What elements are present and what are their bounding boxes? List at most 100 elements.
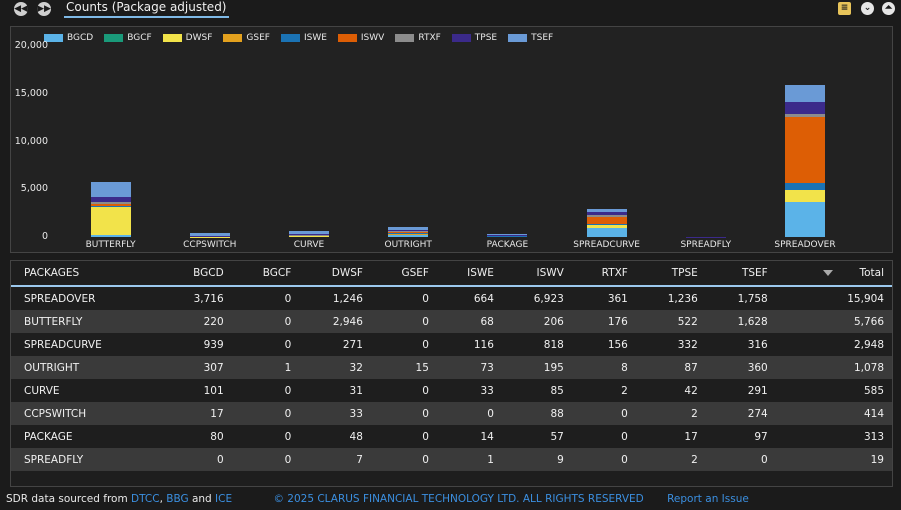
table-row[interactable]: CURVE 101 0 31 0 33 85 2 42 291 585: [11, 379, 892, 402]
bar-package-iswe[interactable]: [487, 235, 528, 237]
legend-swatch: [508, 34, 528, 42]
bar-butterfly-bgcd[interactable]: [90, 234, 131, 237]
bar-outright-gsef[interactable]: [388, 233, 429, 235]
legend-item-bgcf[interactable]: BGCF: [104, 32, 152, 44]
column-header-tsef[interactable]: TSEF: [705, 261, 776, 287]
bar-spreadover-iswe[interactable]: [785, 183, 825, 190]
bar-package-tsef[interactable]: [487, 234, 528, 235]
table-cell: 33: [480, 384, 494, 397]
bar-outright-iswe[interactable]: [388, 232, 429, 234]
table-cell: 2: [635, 402, 706, 425]
bar-ccpswitch-tsef[interactable]: [189, 233, 230, 236]
column-header-iswv[interactable]: ISWV: [501, 261, 572, 287]
bar-ccpswitch-tpse[interactable]: [189, 235, 230, 237]
legend-item-rtxf[interactable]: RTXF: [395, 32, 441, 44]
table-cell: 360: [705, 356, 776, 379]
bar-spreadcurve-rtxf[interactable]: [586, 215, 627, 217]
row-package-name: OUTRIGHT: [11, 356, 161, 379]
bar-butterfly-rtxf[interactable]: [90, 202, 131, 205]
table-cell: 87: [635, 356, 706, 379]
bar-butterfly-iswe[interactable]: [90, 206, 131, 207]
table-cell: 8: [571, 356, 636, 379]
source-text: SDR data sourced from: [6, 493, 132, 505]
report-issue-link[interactable]: Report an Issue: [667, 493, 749, 505]
bar-spreadover-iswv[interactable]: [785, 117, 825, 184]
bar-outright-tsef[interactable]: [388, 226, 429, 231]
table-row[interactable]: BUTTERFLY 220 0 2,946 0 68 206 176 522 1,628 5,766: [11, 310, 892, 333]
legend-item-iswe[interactable]: ISWE: [280, 32, 327, 44]
legend-swatch: [451, 34, 471, 42]
row-package-name: SPREADCURVE: [24, 338, 102, 351]
table-cell: 0: [571, 448, 636, 471]
fast-forward-icon[interactable]: ▶▶: [37, 2, 51, 16]
table-row[interactable]: OUTRIGHT 307 1 32 15 73 195 8 87 360 1,078: [11, 356, 892, 379]
bar-spreadover-tsef[interactable]: [785, 85, 825, 102]
bar-butterfly-dwsf[interactable]: [90, 206, 131, 235]
bar-spreadcurve-iswv[interactable]: [586, 216, 627, 225]
bar-spreadover-dwsf[interactable]: [785, 189, 825, 202]
bar-outright-rtxf[interactable]: [388, 230, 429, 232]
table-cell: 0: [705, 448, 776, 471]
rewind-icon[interactable]: ◀◀: [14, 2, 28, 16]
column-header-total[interactable]: Total: [775, 261, 892, 287]
column-header-iswe[interactable]: ISWE: [436, 261, 502, 287]
bar-curve-tsef[interactable]: [289, 231, 329, 235]
sort-desc-icon[interactable]: [823, 270, 834, 276]
ice-link[interactable]: ICE: [215, 493, 232, 505]
table-cell: 274: [705, 402, 776, 425]
table-cell: 307: [160, 356, 232, 379]
bar-butterfly-iswv[interactable]: [90, 204, 131, 207]
bar-spreadcurve-bgcd[interactable]: [586, 228, 627, 237]
legend-item-dwsf[interactable]: DWSF: [162, 32, 212, 44]
table-row[interactable]: PACKAGE 80 0 48 0 14 57 0 17 97 313: [11, 425, 892, 448]
bar-spreadover-tpse[interactable]: [785, 101, 825, 114]
table-row[interactable]: SPREADCURVE 939 0 271 0 116 818 156 332 316 2,948: [11, 333, 892, 356]
legend-item-tpse[interactable]: TPSE: [451, 32, 497, 44]
dtcc-link[interactable]: DTCC: [131, 493, 160, 505]
bar-outright-tpse[interactable]: [388, 230, 429, 231]
column-header-bgcd[interactable]: BGCD: [160, 261, 232, 287]
column-header-tpse[interactable]: TPSE: [635, 261, 706, 287]
table-cell: 0: [370, 402, 437, 425]
bar-spreadcurve-iswe[interactable]: [586, 224, 627, 226]
legend-item-gsef[interactable]: GSEF: [223, 32, 270, 44]
bbg-link[interactable]: BBG: [166, 493, 188, 505]
table-cell: 0: [621, 430, 628, 443]
legend-item-bgcd[interactable]: BGCD: [44, 32, 93, 44]
bar-curve-tpse[interactable]: [289, 234, 329, 235]
table-cell: 116: [473, 338, 494, 351]
export-icon[interactable]: ≡: [838, 2, 851, 15]
x-tick-label: SPREADOVER: [774, 240, 836, 250]
bar-package-tpse[interactable]: [487, 234, 528, 236]
collapse-icon[interactable]: ⏶: [882, 2, 895, 15]
column-header-rtxf[interactable]: RTXF: [571, 261, 636, 287]
table-cell: 15: [370, 356, 437, 379]
table-cell: 19: [775, 448, 892, 471]
column-header-gsef[interactable]: GSEF: [370, 261, 437, 287]
bar-ccpswitch-dwsf[interactable]: [189, 236, 230, 238]
row-package-name: PACKAGE: [24, 430, 73, 443]
bar-butterfly-tsef[interactable]: [90, 181, 131, 198]
table-row[interactable]: SPREADFLY 0 0 7 0 1 9 0 2 0 19: [11, 448, 892, 471]
legend-item-iswv[interactable]: ISWV: [337, 32, 384, 44]
bar-spreadfly-tpse[interactable]: [685, 236, 726, 238]
chevron-down-icon[interactable]: ⌄: [861, 2, 874, 15]
column-header-dwsf[interactable]: DWSF: [299, 261, 371, 287]
tab-counts[interactable]: Counts (Package adjusted): [64, 0, 229, 18]
legend-item-tsef[interactable]: TSEF: [508, 32, 553, 44]
copyright-link[interactable]: © 2025 CLARUS FINANCIAL TECHNOLOGY LTD. …: [273, 493, 643, 505]
bar-butterfly-tpse[interactable]: [90, 197, 131, 203]
bar-spreadcurve-tsef[interactable]: [586, 208, 627, 212]
table-cell: 17: [684, 430, 698, 443]
column-header-packages[interactable]: PACKAGES: [11, 261, 161, 287]
table-row[interactable]: CCPSWITCH 17 0 33 0 0 88 0 2 274 414: [11, 402, 892, 425]
table-cell: 1,236: [667, 292, 698, 305]
column-header-bgcf[interactable]: BGCF: [231, 261, 300, 287]
bar-curve-iswe[interactable]: [289, 235, 329, 237]
bar-spreadover-bgcd[interactable]: [785, 201, 825, 237]
bar-spreadcurve-dwsf[interactable]: [586, 225, 627, 229]
bar-spreadcurve-tpse[interactable]: [586, 211, 627, 216]
bar-spreadover-rtxf[interactable]: [785, 113, 825, 118]
table-header: PACKAGES BGCD BGCF DWSF GSEF ISWE ISWV RTXF TPSE…: [11, 261, 892, 287]
table-row[interactable]: SPREADOVER 3,716 0 1,246 0 664 6,923 361 1,236 1,…: [11, 286, 892, 310]
